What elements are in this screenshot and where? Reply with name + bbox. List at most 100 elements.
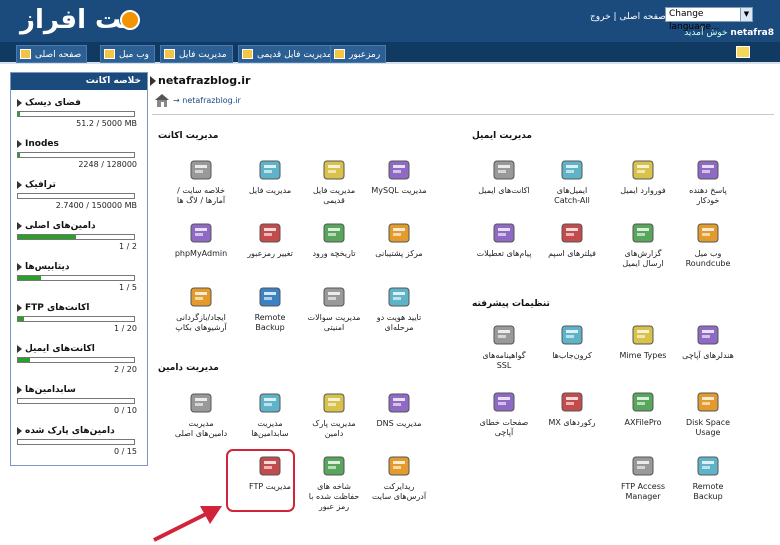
tool-item[interactable]: تغییر رمزعبور [241, 220, 299, 259]
tool-item[interactable]: مدیریت DNS [370, 390, 428, 429]
envelope-icon[interactable] [736, 46, 750, 58]
tool-item[interactable]: phpMyAdmin [172, 220, 230, 259]
tool-icon [188, 390, 214, 416]
tool-item[interactable]: مدیریت MySQL [370, 157, 428, 196]
usage-fill [18, 317, 24, 321]
tab-label: صفحه اصلی [35, 50, 82, 60]
tool-item[interactable]: مدیریت سوالات امنیتی [305, 284, 363, 333]
stat-value: 51.2 / 5000 MB [76, 119, 137, 128]
tab-file-manager[interactable]: مدیریت فایل [160, 45, 233, 63]
stat-value: 1 / 2 [119, 242, 137, 251]
breadcrumb[interactable]: → netafrazblog.ir [173, 96, 241, 105]
tab-webmail[interactable]: وب میل [100, 45, 156, 63]
usage-bar [17, 275, 135, 281]
language-select[interactable]: Change language... ▼ [665, 7, 753, 32]
tool-label: تایید هویت دو مرحله‌ای [376, 313, 422, 332]
tool-label: مرکز پشتیبانی [375, 249, 423, 258]
tool-item[interactable]: مدیریت پارک دامین [305, 390, 363, 439]
tool-item[interactable]: هندلرهای آپاچی [679, 322, 737, 361]
tool-icon [386, 157, 412, 183]
logo-mark-icon [120, 10, 140, 30]
tool-item[interactable]: Remote Backup [679, 453, 737, 502]
stat-label: ترافیک [25, 180, 56, 190]
tool-label: مدیریت فایل [248, 186, 292, 195]
tool-item[interactable]: خلاصه سایت / آمارها / لاگ ها [172, 157, 230, 206]
tool-item[interactable]: Remote Backup [241, 284, 299, 333]
tool-label: Disk Space Usage [685, 418, 731, 437]
tool-icon [188, 157, 214, 183]
stat-label: اکانت‌های FTP [25, 303, 90, 313]
usage-bar [17, 152, 135, 158]
tool-item[interactable]: ریدایرکت آدرس‌های سایت [370, 453, 428, 502]
tool-item[interactable]: پیام‌های تعطیلات [475, 220, 533, 259]
tool-label: مدیریت سوالات امنیتی [307, 313, 361, 332]
arrow-icon [17, 427, 22, 435]
stat-label: سابدامین‌ها [25, 385, 76, 395]
nav-bar: صفحه اصلی وب میل مدیریت فایل مدیریت فایل… [0, 42, 780, 64]
stat-main-domains: دامین‌های اصلی 1 / 2 [17, 220, 143, 253]
tool-item[interactable]: مرکز پشتیبانی [370, 220, 428, 259]
tool-item[interactable]: تاریخچه ورود [305, 220, 363, 259]
tab-home[interactable]: صفحه اصلی [16, 45, 88, 63]
tool-label: گواهینامه‌های SSL [482, 351, 526, 370]
stat-traffic: ترافیک 2.7400 / 150000 MB [17, 179, 143, 212]
tool-icon [559, 157, 585, 183]
tool-item[interactable]: Disk Space Usage [679, 389, 737, 438]
tool-item[interactable]: وب میل Roundcube [679, 220, 737, 269]
tool-item[interactable]: اکانت‌های ایمیل [475, 157, 533, 196]
tool-label: ایمیل‌های Catch-All [554, 186, 590, 205]
red-arrow-icon [153, 506, 222, 542]
stat-inodes: Inodes 2248 / 128000 [17, 138, 143, 171]
home-icon[interactable] [154, 93, 170, 107]
tool-item[interactable]: مدیریت فایل قدیمی [305, 157, 363, 206]
stat-databases: دیتابیس‌ها 1 / 5 [17, 261, 143, 294]
tool-icon [257, 157, 283, 183]
usage-fill [18, 112, 20, 116]
sidebar-title: خلاصه اکانت [11, 73, 147, 90]
tool-label: مدیریت MySQL [371, 186, 427, 195]
tool-icon [321, 220, 347, 246]
usage-bar [17, 316, 135, 322]
tool-item[interactable]: شاخه های حفاظت شده با رمز عبور [305, 453, 363, 512]
tool-item[interactable]: گواهینامه‌های SSL [475, 322, 533, 371]
tool-icon [559, 220, 585, 246]
tool-item[interactable]: مدیریت دامین‌های اصلی [172, 390, 230, 439]
tool-item[interactable]: ایمیل‌های Catch-All [543, 157, 601, 206]
arrow-icon [17, 99, 22, 107]
tool-item[interactable]: مدیریت سابدامین‌ها [241, 390, 299, 439]
tool-icon [257, 220, 283, 246]
tool-icon [559, 389, 585, 415]
home-link[interactable]: صفحه اصلی [619, 12, 665, 22]
tool-icon [695, 322, 721, 348]
arrow-icon [17, 304, 22, 312]
welcome-label: خوش آمدید [684, 28, 728, 38]
username: netafra8 [730, 28, 774, 38]
tool-item[interactable]: Mime Types [614, 322, 672, 361]
tool-item[interactable]: رکوردهای MX [543, 389, 601, 428]
tool-item[interactable]: ایجاد/بازگردانی آرشیوهای بکاپ [172, 284, 230, 333]
tool-item[interactable]: FTP Access Manager [614, 453, 672, 502]
tool-icon [321, 284, 347, 310]
tool-item[interactable]: AXFilePro [614, 389, 672, 428]
tool-icon [321, 157, 347, 183]
tab-password[interactable]: رمزعبور [330, 45, 387, 63]
usage-bar [17, 439, 135, 445]
logout-link[interactable]: خروج [590, 12, 611, 22]
tab-legacy-file-manager[interactable]: مدیریت فایل قدیمی [238, 45, 338, 63]
tool-label: شاخه های حفاظت شده با رمز عبور [308, 482, 360, 511]
tool-label: پیام‌های تعطیلات [476, 249, 532, 258]
tool-item[interactable]: کرون‌جاب‌ها [543, 322, 601, 361]
tool-icon [257, 390, 283, 416]
tool-item[interactable]: مدیریت فایل [241, 157, 299, 196]
tool-item[interactable]: تایید هویت دو مرحله‌ای [370, 284, 428, 333]
mail-icon [104, 49, 115, 59]
tool-item[interactable]: فیلترهای اسپم [543, 220, 601, 259]
tool-icon [559, 322, 585, 348]
tool-item[interactable]: پاسخ دهنده خودکار [679, 157, 737, 206]
tool-label: صفحات خطای آپاچی [479, 418, 529, 437]
tool-item[interactable]: صفحات خطای آپاچی [475, 389, 533, 438]
tool-icon [491, 157, 517, 183]
tool-item[interactable]: گزارش‌های ارسال ایمیل [614, 220, 672, 269]
arrow-icon [17, 386, 22, 394]
tool-item[interactable]: فوروارد ایمیل [614, 157, 672, 196]
